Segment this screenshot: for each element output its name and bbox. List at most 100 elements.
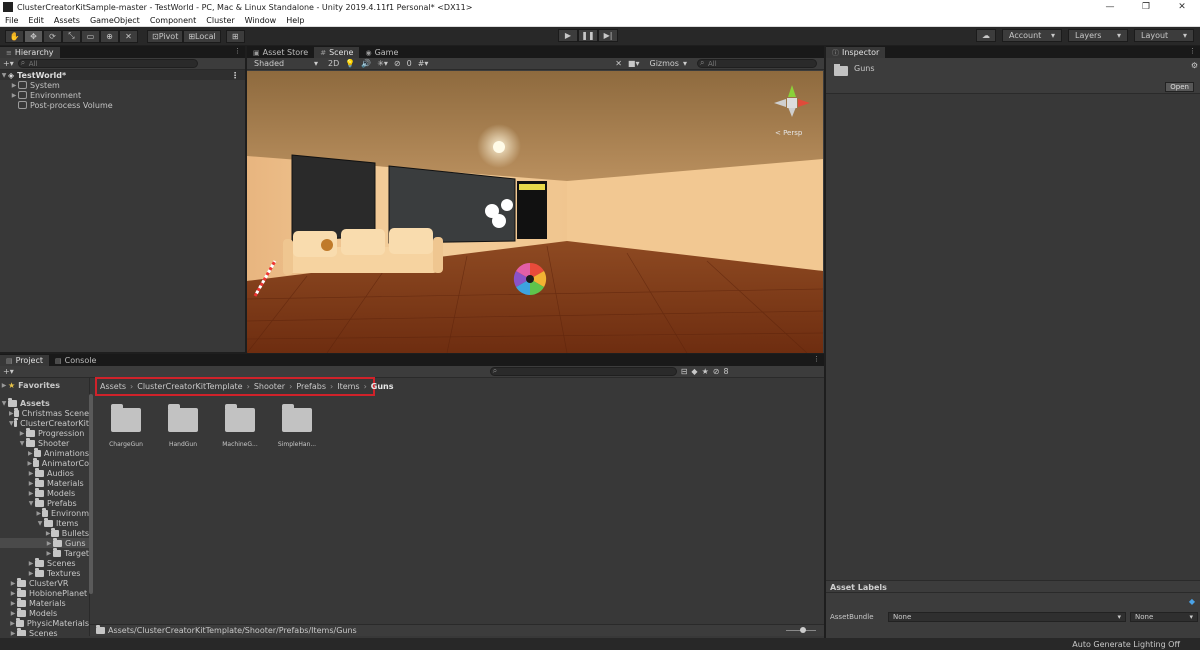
asset-variant-dropdown[interactable]: None ▾ — [1130, 612, 1198, 622]
folder-tree-item[interactable]: ▶ Target — [0, 547, 89, 558]
menu-help[interactable]: Help — [281, 16, 309, 25]
menu-edit[interactable]: Edit — [23, 16, 49, 25]
collapsed-arrow-icon[interactable]: ▶ — [9, 590, 17, 597]
collapsed-arrow-icon[interactable]: ▶ — [36, 510, 42, 517]
menu-component[interactable]: Component — [145, 16, 201, 25]
play-button-icon[interactable]: ▶ — [558, 29, 578, 42]
tab-hierarchy[interactable]: ≡ Hierarchy — [0, 47, 60, 58]
tab-asset-store[interactable]: ▣ Asset Store — [247, 47, 314, 58]
folder-tree-item[interactable]: ▶ Models — [0, 487, 89, 498]
collapsed-arrow-icon[interactable]: ▶ — [27, 460, 33, 467]
panel-options-icon[interactable]: ⋮ — [813, 355, 820, 363]
folder-tree-item[interactable]: ▼ Prefabs — [0, 497, 89, 508]
folder-tree-item[interactable]: ▼ Assets — [0, 397, 89, 408]
filter-type-icon[interactable]: ⊟ — [681, 367, 688, 376]
folder-tree-item[interactable]: ▼ Items — [0, 517, 89, 528]
audio-toggle-icon[interactable]: 🔊 — [361, 59, 371, 68]
folder-tree-item[interactable]: ▶ Scenes — [0, 557, 89, 568]
create-plus-icon[interactable]: +▾ — [3, 59, 14, 68]
collapsed-arrow-icon[interactable]: ▶ — [45, 550, 53, 557]
collapsed-arrow-icon[interactable]: ▶ — [10, 92, 18, 99]
scale-tool-icon[interactable]: ⤡ — [62, 29, 81, 43]
expanded-arrow-icon[interactable]: ▼ — [36, 520, 44, 527]
asset-folder[interactable]: MachineG... — [220, 404, 260, 448]
expanded-arrow-icon[interactable]: ▼ — [27, 500, 35, 507]
visibility-toggle-icon[interactable]: ⊘ — [394, 59, 401, 68]
scene-menu-icon[interactable]: ⋮ — [231, 71, 239, 80]
move-tool-icon[interactable]: ✥ — [24, 29, 43, 43]
collapsed-arrow-icon[interactable]: ▶ — [9, 630, 17, 637]
expanded-arrow-icon[interactable]: ▼ — [0, 400, 8, 407]
2d-toggle[interactable]: 2D — [328, 59, 339, 68]
tools-icon[interactable]: ✕ — [615, 59, 622, 68]
collapsed-arrow-icon[interactable]: ▶ — [10, 82, 18, 89]
scene-search-input[interactable]: All — [697, 58, 817, 68]
folder-tree-item[interactable]: ▶ Textures — [0, 567, 89, 578]
tab-game[interactable]: ◉ Game — [359, 47, 404, 58]
breadcrumb-item[interactable]: ClusterCreatorKitTemplate — [137, 382, 242, 391]
folder-tree-item[interactable]: ▼ ClusterCreatorKit — [0, 417, 89, 428]
open-button[interactable]: Open — [1165, 82, 1194, 92]
slider-knob[interactable] — [800, 627, 806, 633]
collapsed-arrow-icon[interactable]: ▶ — [45, 540, 53, 547]
gizmos-dropdown[interactable]: Gizmos ▾ — [645, 58, 691, 69]
hierarchy-item[interactable]: ▶ Environment — [0, 90, 245, 100]
breadcrumb-item[interactable]: Assets — [100, 382, 126, 391]
asset-bundle-dropdown[interactable]: None ▾ — [888, 612, 1126, 622]
rect-tool-icon[interactable]: ▭ — [81, 29, 100, 43]
folder-tree-item[interactable]: ▶ Christmas Scene — [0, 407, 89, 418]
close-button[interactable]: ✕ — [1164, 2, 1200, 12]
folder-tree-item[interactable]: ▶ Materials — [0, 477, 89, 488]
menu-file[interactable]: File — [0, 16, 23, 25]
minimize-button[interactable]: — — [1092, 2, 1128, 12]
gear-icon[interactable]: ⚙ — [1191, 61, 1198, 70]
grid-toggle-icon[interactable]: #▾ — [418, 59, 429, 68]
hierarchy-item[interactable]: ▶ System — [0, 80, 245, 90]
collapsed-arrow-icon[interactable]: ▶ — [9, 620, 16, 627]
persp-label[interactable]: < Persp — [775, 129, 802, 137]
expand-arrow-icon[interactable]: ▼ — [0, 72, 8, 79]
folder-tree-item[interactable]: ▶ Audios — [0, 467, 89, 478]
collapsed-arrow-icon[interactable]: ▶ — [0, 382, 8, 389]
custom-tool-icon[interactable]: ✕ — [119, 29, 138, 43]
rotate-tool-icon[interactable]: ⟳ — [43, 29, 62, 43]
folder-tree-item[interactable]: ▶ Bullets — [0, 527, 89, 538]
project-search-input[interactable] — [489, 366, 677, 376]
tab-project[interactable]: ▤ Project — [0, 355, 49, 366]
folder-tree-item[interactable]: ▶ AnimatorCo — [0, 457, 89, 468]
breadcrumb-item[interactable]: Prefabs — [296, 382, 326, 391]
account-dropdown[interactable]: Account ▾ — [1002, 29, 1062, 42]
step-button-icon[interactable]: ▶| — [598, 29, 618, 42]
folder-tree-item[interactable]: ▶ Materials — [0, 597, 89, 608]
menu-gameobject[interactable]: GameObject — [85, 16, 145, 25]
panel-options-icon[interactable]: ⋮ — [1189, 47, 1196, 55]
collapsed-arrow-icon[interactable]: ▶ — [9, 410, 14, 417]
collapsed-arrow-icon[interactable]: ▶ — [27, 480, 35, 487]
folder-tree-item[interactable]: ▼ Shooter — [0, 437, 89, 448]
create-plus-icon[interactable]: +▾ — [3, 367, 14, 376]
hierarchy-search-input[interactable]: All — [17, 58, 198, 68]
asset-folder[interactable]: ChargeGun — [106, 404, 146, 448]
tab-inspector[interactable]: ⓘ Inspector — [826, 47, 886, 58]
menu-window[interactable]: Window — [240, 16, 282, 25]
breadcrumb-item[interactable]: Items — [337, 382, 359, 391]
icon-size-slider[interactable] — [786, 627, 816, 633]
breadcrumb-current[interactable]: Guns — [371, 382, 394, 391]
folder-tree-item[interactable]: ▶ Environm — [0, 507, 89, 518]
panel-options-icon[interactable]: ⋮ — [234, 47, 241, 55]
hidden-packages-icon[interactable]: ⊘ — [713, 367, 720, 376]
lighting-toggle-icon[interactable]: 💡 — [345, 59, 355, 68]
tab-console[interactable]: ▤ Console — [49, 355, 102, 366]
collapsed-arrow-icon[interactable]: ▶ — [27, 470, 35, 477]
tree-scrollbar[interactable] — [89, 394, 93, 594]
menu-cluster[interactable]: Cluster — [201, 16, 239, 25]
folder-tree-item[interactable]: ▶ Progression — [0, 427, 89, 438]
folder-tree-item[interactable]: ▶ ClusterVR — [0, 577, 89, 588]
collapsed-arrow-icon[interactable]: ▶ — [27, 560, 35, 567]
effects-toggle-icon[interactable]: ✳▾ — [377, 59, 388, 68]
pivot-toggle[interactable]: ⊡ Pivot — [147, 29, 184, 43]
folder-tree-item[interactable]: ▶ PhysicMaterials — [0, 617, 89, 628]
collapsed-arrow-icon[interactable]: ▶ — [27, 450, 34, 457]
shading-mode-dropdown[interactable]: Shaded ▾ — [250, 58, 322, 69]
asset-folder[interactable]: HandGun — [163, 404, 203, 448]
